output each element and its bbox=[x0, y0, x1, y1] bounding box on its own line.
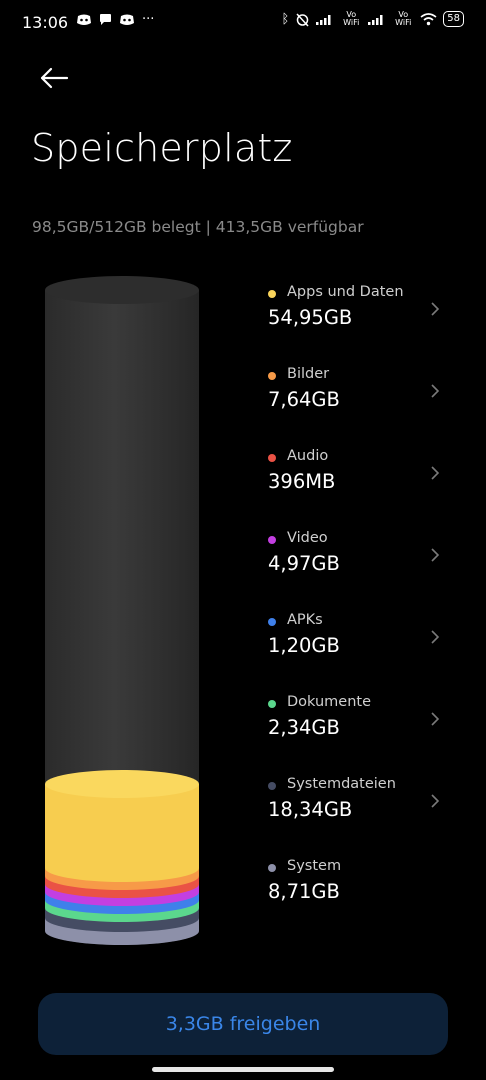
category-systemdateien[interactable]: Systemdateien 18,34GB bbox=[268, 774, 458, 844]
cylinder-top bbox=[45, 276, 199, 304]
more-dots-icon: ··· bbox=[142, 12, 155, 27]
category-name: Dokumente bbox=[287, 694, 372, 710]
wifi-icon bbox=[420, 12, 437, 25]
category-apks[interactable]: APKs 1,20GB bbox=[268, 610, 458, 680]
category-name: Systemdateien bbox=[287, 776, 396, 792]
chevron-right-icon bbox=[431, 466, 440, 480]
category-bilder[interactable]: Bilder 7,64GB bbox=[268, 364, 458, 434]
category-name: Video bbox=[287, 530, 328, 546]
signal-icon bbox=[316, 15, 331, 25]
category-size: 54,95GB bbox=[268, 306, 353, 329]
bluetooth-icon: ᛒ bbox=[281, 11, 290, 27]
chat-bubble-icon bbox=[100, 14, 111, 25]
category-audio[interactable]: Audio 396MB bbox=[268, 446, 458, 516]
chevron-right-icon bbox=[431, 794, 440, 808]
category-name: System bbox=[287, 858, 342, 874]
category-name: APKs bbox=[287, 612, 323, 628]
category-dot bbox=[268, 372, 276, 380]
battery-icon: 58 bbox=[443, 11, 464, 27]
category-dot bbox=[268, 454, 276, 462]
category-size: 18,34GB bbox=[268, 798, 353, 821]
page-title: Speicherplatz bbox=[31, 126, 293, 170]
chevron-right-icon bbox=[431, 630, 440, 644]
category-dot bbox=[268, 618, 276, 626]
category-apps[interactable]: Apps und Daten 54,95GB bbox=[268, 282, 458, 352]
category-dokumente[interactable]: Dokumente 2,34GB bbox=[268, 692, 458, 762]
chevron-right-icon bbox=[431, 302, 440, 316]
alarm-off-icon bbox=[296, 12, 309, 27]
vowifi-icon: Vo WiFi bbox=[395, 10, 412, 27]
discord-icon bbox=[120, 14, 134, 25]
category-size: 2,34GB bbox=[268, 716, 340, 739]
category-name: Bilder bbox=[287, 366, 330, 382]
back-button[interactable] bbox=[34, 58, 74, 98]
back-arrow-icon bbox=[40, 67, 69, 89]
chevron-right-icon bbox=[431, 548, 440, 562]
layer-apps-top bbox=[45, 770, 199, 798]
home-indicator[interactable] bbox=[152, 1067, 334, 1072]
category-size: 4,97GB bbox=[268, 552, 340, 575]
status-time: 13:06 bbox=[22, 13, 69, 32]
category-video[interactable]: Video 4,97GB bbox=[268, 528, 458, 598]
category-name: Audio bbox=[287, 448, 329, 464]
category-dot bbox=[268, 290, 276, 298]
category-dot bbox=[268, 782, 276, 790]
layer-apps bbox=[45, 784, 199, 882]
category-dot bbox=[268, 536, 276, 544]
storage-cylinder-chart bbox=[45, 276, 199, 945]
chevron-right-icon bbox=[431, 384, 440, 398]
free-up-space-button[interactable]: 3,3GB freigeben bbox=[38, 993, 448, 1055]
category-name: Apps und Daten bbox=[287, 284, 404, 300]
status-bar: 13:06 ··· ᛒ Vo WiFi Vo WiFi 58 bbox=[0, 0, 486, 46]
vowifi-icon: Vo WiFi bbox=[343, 10, 360, 27]
category-size: 8,71GB bbox=[268, 880, 340, 903]
storage-summary: 98,5GB/512GB belegt | 413,5GB verfügbar bbox=[32, 218, 364, 236]
category-size: 7,64GB bbox=[268, 388, 340, 411]
discord-icon bbox=[77, 14, 91, 25]
category-size: 396MB bbox=[268, 470, 336, 493]
category-dot bbox=[268, 700, 276, 708]
chevron-right-icon bbox=[431, 712, 440, 726]
category-system: System 8,71GB bbox=[268, 856, 458, 926]
category-dot bbox=[268, 864, 276, 872]
signal-icon bbox=[368, 15, 383, 25]
category-size: 1,20GB bbox=[268, 634, 340, 657]
